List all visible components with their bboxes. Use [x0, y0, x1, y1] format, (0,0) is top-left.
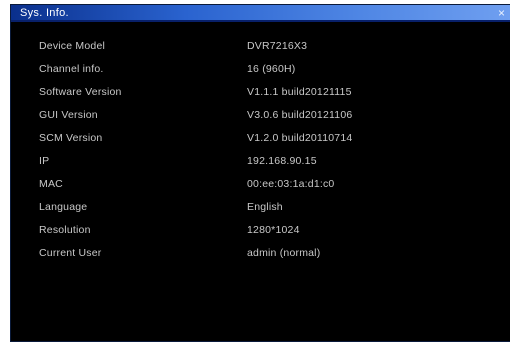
info-row-gui-version: GUI Version V3.0.6 build20121106	[39, 105, 489, 128]
info-row-current-user: Current User admin (normal)	[39, 243, 489, 266]
info-value: admin (normal)	[247, 247, 321, 259]
sys-info-window: Sys. Info. × Device Model DVR7216X3 Chan…	[11, 5, 510, 341]
info-row-channel-info: Channel info. 16 (960H)	[39, 59, 489, 82]
info-value: 1280*1024	[247, 224, 300, 236]
info-label: Software Version	[39, 86, 122, 98]
info-row-resolution: Resolution 1280*1024	[39, 220, 489, 243]
info-value: V3.0.6 build20121106	[247, 109, 353, 121]
info-value: V1.2.0 build20110714	[247, 132, 353, 144]
info-value: English	[247, 201, 283, 213]
info-value: 192.168.90.15	[247, 155, 317, 167]
window-title: Sys. Info.	[20, 7, 69, 19]
info-table: Device Model DVR7216X3 Channel info. 16 …	[39, 36, 489, 266]
title-bar: Sys. Info. ×	[11, 5, 510, 22]
info-row-scm-version: SCM Version V1.2.0 build20110714	[39, 128, 489, 151]
info-value: V1.1.1 build20121115	[247, 86, 352, 98]
info-row-mac: MAC 00:ee:03:1a:d1:c0	[39, 174, 489, 197]
info-label: Language	[39, 201, 88, 213]
info-label: IP	[39, 155, 50, 167]
info-value: DVR7216X3	[247, 40, 308, 52]
info-label: MAC	[39, 178, 63, 190]
info-row-language: Language English	[39, 197, 489, 220]
info-label: SCM Version	[39, 132, 103, 144]
info-label: GUI Version	[39, 109, 98, 121]
info-row-ip: IP 192.168.90.15	[39, 151, 489, 174]
info-label: Resolution	[39, 224, 91, 236]
info-value: 00:ee:03:1a:d1:c0	[247, 178, 335, 190]
info-row-software-version: Software Version V1.1.1 build20121115	[39, 82, 489, 105]
info-label: Current User	[39, 247, 102, 259]
info-label: Channel info.	[39, 63, 104, 75]
close-icon[interactable]: ×	[495, 6, 508, 20]
info-label: Device Model	[39, 40, 106, 52]
info-row-device-model: Device Model DVR7216X3	[39, 36, 489, 59]
info-value: 16 (960H)	[247, 63, 296, 75]
page: Sys. Info. × Device Model DVR7216X3 Chan…	[0, 0, 510, 347]
